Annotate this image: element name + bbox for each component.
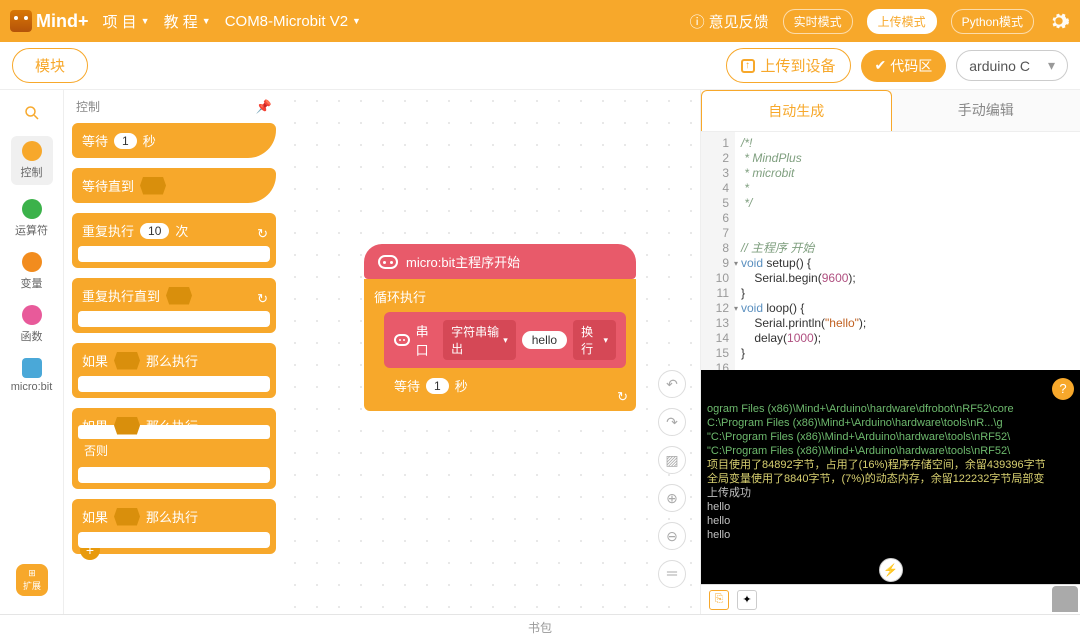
right-panel: 自动生成 手动编辑 12345678910111213141516 /*! * … <box>700 90 1080 614</box>
tidy-button[interactable]: ▨ <box>658 446 686 474</box>
zoom-in-button[interactable]: ⊕ <box>658 484 686 512</box>
logo-icon <box>10 10 32 32</box>
block-palette: 控制 📌 等待 1 秒 等待直到 重复执行 10 次 ↻ 重复执行直到 ↻ 如果… <box>64 90 284 614</box>
upload-to-device-button[interactable]: ↑ 上传到设备 <box>726 48 851 83</box>
boolean-slot[interactable] <box>114 352 140 370</box>
code-editor[interactable]: 12345678910111213141516 /*! * MindPlus *… <box>701 132 1080 370</box>
else-label: 否则 <box>78 441 270 459</box>
block-if-else[interactable]: 如果 那么执行 否则 <box>72 408 276 489</box>
number-input[interactable]: 10 <box>140 223 169 239</box>
number-input[interactable]: 1 <box>114 133 137 149</box>
chevron-down-icon: ▾ <box>1048 57 1055 74</box>
boolean-slot[interactable] <box>140 177 166 195</box>
comport-selector[interactable]: COM8-Microbit V2▼ <box>225 13 361 30</box>
category-microbit[interactable]: micro:bit <box>11 358 53 393</box>
question-icon: ⓘ <box>690 11 705 32</box>
main-area: 控制 运算符 变量 函数 micro:bit ⊞ 扩展 控制 📌 等待 <box>0 90 1080 614</box>
check-icon: ✔ <box>875 57 887 74</box>
block-if-plus[interactable]: 如果 那么执行 + <box>72 499 276 554</box>
bottom-bar[interactable]: 书包 <box>0 614 1080 639</box>
line-gutter: 12345678910111213141516 <box>701 132 735 370</box>
number-input[interactable]: 1 <box>426 378 449 394</box>
code-tabs: 自动生成 手动编辑 <box>701 90 1080 132</box>
zoom-out-button[interactable]: ⊖ <box>658 522 686 550</box>
circle-icon <box>22 199 42 219</box>
circle-icon <box>22 305 42 325</box>
circle-icon <box>22 252 42 272</box>
menu-tutorial[interactable]: 教 程▼ <box>164 11 211 32</box>
help-button[interactable]: ? <box>1052 378 1074 400</box>
usb-connected-icon[interactable]: ⎘ <box>709 590 729 610</box>
category-control[interactable]: 控制 <box>11 136 53 185</box>
mode-upload-button[interactable]: 上传模式 <box>867 9 937 34</box>
code-area-button[interactable]: ✔代码区 <box>861 50 947 82</box>
watermark-logo <box>1052 586 1078 612</box>
boolean-slot[interactable] <box>114 417 140 435</box>
mode-python-button[interactable]: Python模式 <box>951 9 1034 34</box>
backpack-label: 书包 <box>528 619 552 636</box>
category-variables[interactable]: 变量 <box>21 252 43 291</box>
gear-icon[interactable] <box>1048 10 1070 32</box>
logo-text: Mind+ <box>36 11 89 32</box>
search-icon <box>23 104 41 122</box>
newline-dropdown[interactable]: 换行 ▾ <box>573 320 616 360</box>
script-stack[interactable]: micro:bit主程序开始 循环执行 串口 字符串输出 ▾ hello 换行 … <box>364 244 636 411</box>
toolbar-secondary: 模块 ↑ 上传到设备 ✔代码区 arduino C▾ <box>0 42 1080 90</box>
search-button[interactable] <box>23 104 41 122</box>
menu-project[interactable]: 项 目▼ <box>103 11 150 32</box>
chevron-down-icon: ▼ <box>141 16 150 26</box>
app-logo: Mind+ <box>10 10 89 32</box>
feedback-link[interactable]: ⓘ 意见反馈 <box>690 11 769 32</box>
tab-manual-edit[interactable]: 手动编辑 <box>892 90 1080 131</box>
block-repeat[interactable]: 重复执行 10 次 ↻ <box>72 213 276 268</box>
loop-arrow-icon: ↻ <box>257 226 268 242</box>
upload-icon: ↑ <box>741 59 755 73</box>
forever-loop-block[interactable]: 循环执行 串口 字符串输出 ▾ hello 换行 ▾ 等待 1 秒 ↻ <box>364 279 636 411</box>
category-sidebar: 控制 运算符 变量 函数 micro:bit ⊞ 扩展 <box>0 90 64 614</box>
block-wait[interactable]: 等待 1 秒 <box>72 123 276 158</box>
chevron-down-icon: ▼ <box>202 16 211 26</box>
language-select[interactable]: arduino C▾ <box>956 50 1068 81</box>
script-canvas[interactable]: micro:bit主程序开始 循环执行 串口 字符串输出 ▾ hello 换行 … <box>284 90 700 614</box>
hat-block[interactable]: micro:bit主程序开始 <box>364 244 636 279</box>
modules-button[interactable]: 模块 <box>12 48 88 83</box>
mode-realtime-button[interactable]: 实时模式 <box>783 9 853 34</box>
serial-mode-dropdown[interactable]: 字符串输出 ▾ <box>443 320 516 360</box>
zoom-reset-button[interactable]: ＝ <box>658 560 686 588</box>
microbit-icon <box>394 334 410 346</box>
loop-arrow-icon: ↻ <box>257 291 268 307</box>
microbit-icon <box>378 255 398 269</box>
redo-button[interactable]: ↷ <box>658 408 686 436</box>
circle-icon <box>22 141 42 161</box>
undo-button[interactable]: ↶ <box>658 370 686 398</box>
wait-block[interactable]: 等待 1 秒 <box>384 368 626 403</box>
extension-icon: ⊞ <box>28 568 36 579</box>
text-input[interactable]: hello <box>522 331 567 349</box>
add-branch-button[interactable]: + <box>80 540 100 560</box>
connection-bar: ⎘ ✦ <box>701 584 1080 614</box>
boolean-slot[interactable] <box>114 508 140 526</box>
boolean-slot[interactable] <box>166 287 192 305</box>
top-bar: Mind+ 项 目▼ 教 程▼ COM8-Microbit V2▼ ⓘ 意见反馈… <box>0 0 1080 42</box>
chevron-down-icon: ▼ <box>352 16 361 26</box>
pin-icon[interactable]: 📌 <box>256 99 272 115</box>
disconnect-button[interactable]: ⚡ <box>879 558 903 582</box>
block-if[interactable]: 如果 那么执行 <box>72 343 276 398</box>
chip-icon <box>22 358 42 378</box>
code-source: /*! * MindPlus * microbit * */ // 主程序 开始… <box>735 132 1080 370</box>
block-wait-until[interactable]: 等待直到 <box>72 168 276 203</box>
extension-button[interactable]: ⊞ 扩展 <box>16 564 48 596</box>
category-operators[interactable]: 运算符 <box>15 199 48 238</box>
serial-terminal[interactable]: ? ogram Files (x86)\Mind+\Arduino\hardwa… <box>701 370 1080 584</box>
serial-print-block[interactable]: 串口 字符串输出 ▾ hello 换行 ▾ <box>384 312 626 368</box>
usb-alt-icon[interactable]: ✦ <box>737 590 757 610</box>
canvas-controls: ↶ ↷ ▨ ⊕ ⊖ ＝ <box>658 370 686 588</box>
tab-auto-generate[interactable]: 自动生成 <box>701 90 892 131</box>
block-repeat-until[interactable]: 重复执行直到 ↻ <box>72 278 276 333</box>
palette-header: 控制 📌 <box>72 98 276 123</box>
category-functions[interactable]: 函数 <box>21 305 43 344</box>
loop-arrow-icon: ↻ <box>617 389 628 405</box>
